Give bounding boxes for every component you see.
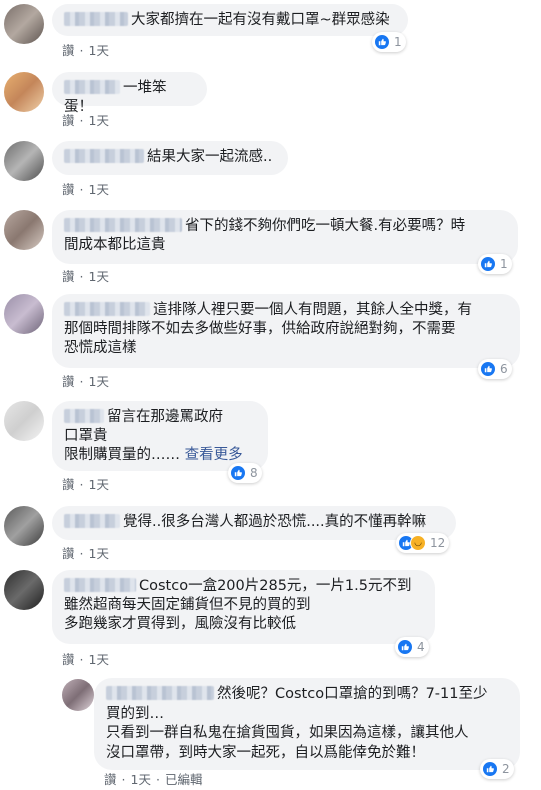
avatar[interactable] bbox=[4, 4, 44, 44]
like-reaction-icon bbox=[374, 34, 390, 50]
comment-text-line: Costco一盒200片285元，一片1.5元不到 bbox=[139, 578, 412, 594]
commenter-name[interactable] bbox=[64, 578, 136, 592]
comment-bubble: Costco一盒200片285元，一片1.5元不到 雖然超商每天固定鋪貨但不見的… bbox=[52, 570, 435, 644]
reaction-number: 6 bbox=[500, 362, 508, 376]
reaction-number: 8 bbox=[250, 466, 258, 480]
like-link[interactable]: 讚 bbox=[62, 546, 75, 561]
like-link[interactable]: 讚 bbox=[62, 269, 75, 284]
timestamp[interactable]: 1天 bbox=[131, 772, 151, 787]
comment-text-line: 多跑幾家才買得到，風險沒有比較低 bbox=[64, 616, 296, 632]
like-reaction-icon bbox=[230, 465, 246, 481]
like-link[interactable]: 讚 bbox=[62, 113, 75, 128]
comment-text-line: 買的到… bbox=[106, 705, 164, 722]
comment-text-line: 省下的錢不夠你們吃一頓大餐.有必要嗎？時 bbox=[185, 218, 466, 234]
commenter-name[interactable] bbox=[64, 218, 182, 232]
comment-bubble: 覺得..很多台灣人都過於恐慌....真的不懂再幹嘛 bbox=[52, 506, 456, 540]
commenter-name[interactable] bbox=[64, 80, 120, 94]
like-link[interactable]: 讚 bbox=[62, 477, 75, 492]
like-reaction-icon bbox=[397, 639, 413, 655]
comment-meta: 讚 · 1天 bbox=[62, 546, 109, 561]
commenter-name[interactable] bbox=[64, 409, 104, 423]
comment-meta: 讚 · 1天 bbox=[62, 477, 109, 492]
avatar[interactable] bbox=[4, 401, 44, 441]
reply-thread-line bbox=[24, 612, 52, 692]
reaction-count[interactable]: 2 bbox=[480, 759, 514, 779]
avatar[interactable] bbox=[62, 679, 94, 711]
reaction-count[interactable]: 6 bbox=[478, 359, 512, 379]
comment-bubble: 然後呢？Costco口罩搶的到嗎？7-11至少 買的到… 只看到一群自私鬼在搶貨… bbox=[94, 678, 520, 770]
reaction-number: 1 bbox=[394, 35, 402, 49]
comment-bubble: 留言在那邊罵政府 口罩貴 限制購買量的…… 查看更多 bbox=[52, 401, 268, 471]
avatar[interactable] bbox=[4, 570, 44, 610]
comment-meta: 讚 · 1天 bbox=[62, 43, 109, 58]
timestamp[interactable]: 1天 bbox=[89, 182, 109, 197]
avatar[interactable] bbox=[4, 294, 44, 334]
comment-text-line: 口罩貴 bbox=[64, 428, 108, 444]
edited-label[interactable]: 已編輯 bbox=[165, 772, 203, 787]
timestamp[interactable]: 1天 bbox=[89, 269, 109, 284]
comment-meta: 讚 · 1天 · 已編輯 bbox=[104, 772, 203, 787]
like-link[interactable]: 讚 bbox=[104, 772, 117, 787]
comment-meta: 讚 · 1天 bbox=[62, 269, 109, 284]
haha-reaction-icon: ◡ bbox=[410, 535, 426, 551]
timestamp[interactable]: 1天 bbox=[89, 113, 109, 128]
avatar[interactable] bbox=[4, 141, 44, 181]
comment-text-line: 只看到一群自私鬼在搶貨囤貨，如果因為這樣，讓其他人 bbox=[106, 725, 469, 741]
comment-text: 大家都擠在一起有沒有戴口罩~群眾感染 bbox=[131, 12, 390, 28]
comment-meta: 讚 · 1天 bbox=[62, 113, 109, 128]
timestamp[interactable]: 1天 bbox=[89, 477, 109, 492]
reaction-number: 12 bbox=[430, 536, 446, 550]
avatar[interactable] bbox=[4, 72, 44, 112]
reaction-number: 1 bbox=[500, 257, 508, 271]
reaction-count[interactable]: 4 bbox=[395, 637, 429, 657]
comment-text: 結果大家一起流感.. bbox=[147, 149, 273, 165]
like-reaction-icon bbox=[480, 361, 496, 377]
comment-text-line: 限制購買量的…… bbox=[64, 447, 180, 463]
comment-meta: 讚 · 1天 bbox=[62, 182, 109, 197]
comment-meta: 讚 · 1天 bbox=[62, 652, 109, 667]
like-link[interactable]: 讚 bbox=[62, 43, 75, 58]
reaction-number: 2 bbox=[502, 762, 510, 776]
reaction-count[interactable]: 8 bbox=[228, 463, 262, 483]
like-reaction-icon bbox=[480, 256, 496, 272]
reaction-count[interactable]: 1 bbox=[372, 32, 406, 52]
see-more-link[interactable]: 查看更多 bbox=[185, 447, 243, 463]
like-link[interactable]: 讚 bbox=[62, 374, 75, 389]
comment-text-line: 這排隊人裡只要一個人有問題，其餘人全中獎，有 bbox=[153, 302, 472, 318]
comment-text-line: 恐慌成這樣 bbox=[64, 340, 137, 356]
comment-text-line: 然後呢？Costco口罩搶的到嗎？7-11至少 bbox=[217, 686, 488, 702]
comment-text-line: 留言在那邊罵政府 bbox=[107, 409, 223, 425]
commenter-name[interactable] bbox=[106, 686, 214, 700]
comment-bubble: 結果大家一起流感.. bbox=[52, 141, 288, 175]
commenter-name[interactable] bbox=[64, 302, 150, 316]
comment-bubble: 這排隊人裡只要一個人有問題，其餘人全中獎，有 那個時間排隊不如去多做些好事，供給… bbox=[52, 294, 520, 368]
commenter-name[interactable] bbox=[64, 12, 128, 26]
comment-text-line: 沒口罩帶，到時大家一起死，自以爲能倖免於難！ bbox=[106, 744, 425, 761]
avatar[interactable] bbox=[4, 210, 44, 250]
comment-meta: 讚 · 1天 bbox=[62, 374, 109, 389]
like-link[interactable]: 讚 bbox=[62, 652, 75, 667]
avatar[interactable] bbox=[4, 506, 44, 546]
commenter-name[interactable] bbox=[64, 149, 144, 163]
reaction-count[interactable]: ◡ 12 bbox=[396, 533, 450, 553]
comment-text-line: 間成本都比這貴 bbox=[64, 237, 166, 253]
comment-text: 覺得..很多台灣人都過於恐慌....真的不懂再幹嘛 bbox=[123, 514, 427, 530]
commenter-name[interactable] bbox=[64, 514, 120, 528]
comment-bubble: 大家都擠在一起有沒有戴口罩~群眾感染 bbox=[52, 4, 408, 36]
reaction-count[interactable]: 1 bbox=[478, 254, 512, 274]
like-reaction-icon bbox=[482, 761, 498, 777]
reaction-number: 4 bbox=[417, 640, 425, 654]
comment-text-line: 那個時間排隊不如去多做些好事，供給政府說絕對夠，不需要 bbox=[64, 321, 456, 337]
like-link[interactable]: 讚 bbox=[62, 182, 75, 197]
timestamp[interactable]: 1天 bbox=[89, 374, 109, 389]
comment-bubble: 一堆笨蛋！ bbox=[52, 72, 207, 115]
comment-bubble: 省下的錢不夠你們吃一頓大餐.有必要嗎？時 間成本都比這貴 bbox=[52, 210, 518, 264]
comment-text-line: 雖然超商每天固定鋪貨但不見的買的到 bbox=[64, 597, 311, 613]
timestamp[interactable]: 1天 bbox=[89, 546, 109, 561]
timestamp[interactable]: 1天 bbox=[89, 652, 109, 667]
timestamp[interactable]: 1天 bbox=[89, 43, 109, 58]
